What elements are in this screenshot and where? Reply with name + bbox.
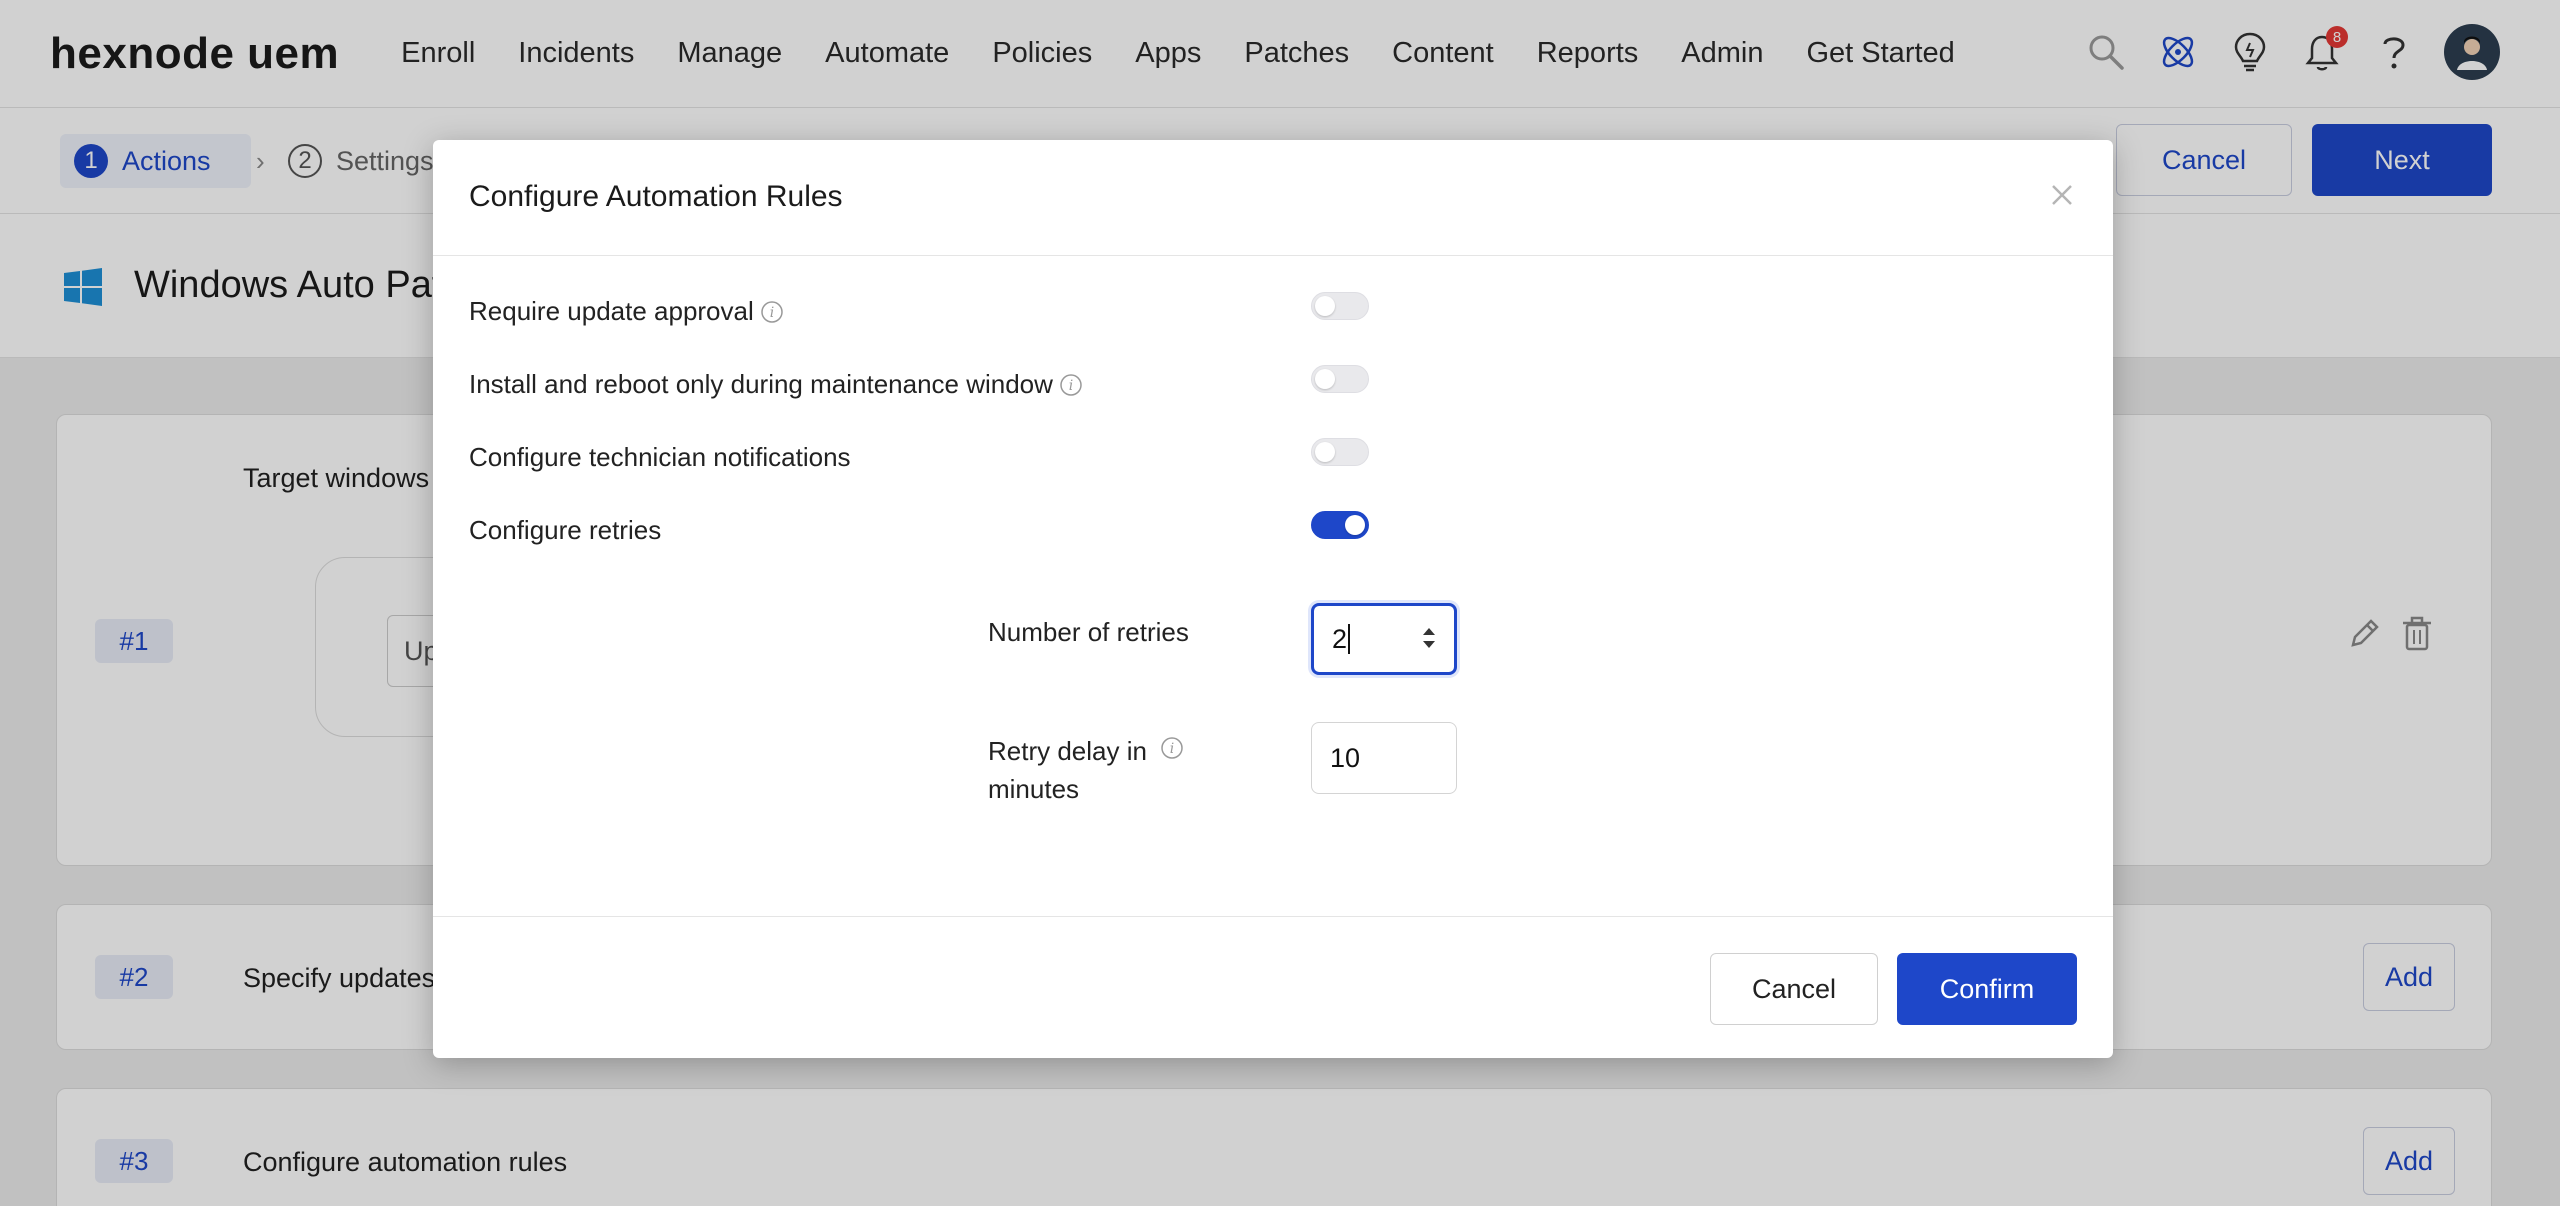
option-label: Install and reboot only during maintenan…	[469, 369, 1053, 399]
number-of-retries-input[interactable]: 2	[1311, 603, 1457, 675]
dialog-header: Configure Automation Rules	[433, 140, 2113, 256]
dialog-footer: Cancel Confirm	[433, 916, 2113, 1058]
info-icon[interactable]: i	[1059, 373, 1083, 397]
option-technician-notifications: Configure technician notifications	[469, 442, 851, 473]
text-cursor	[1348, 624, 1351, 654]
number-stepper[interactable]	[1422, 626, 1436, 650]
configure-automation-rules-dialog: Configure Automation Rules Require updat…	[433, 140, 2113, 1058]
technician-notifications-toggle[interactable]	[1311, 438, 1369, 466]
toggle-knob	[1315, 442, 1335, 462]
configure-retries-toggle[interactable]	[1311, 511, 1369, 539]
maintenance-window-toggle[interactable]	[1311, 365, 1369, 393]
option-label: Require update approval	[469, 296, 754, 326]
option-label: Configure retries	[469, 515, 662, 545]
input-value: 10	[1330, 742, 1361, 773]
option-require-update-approval: Require update approval i	[469, 296, 784, 327]
input-value: 2	[1332, 623, 1348, 654]
confirm-button[interactable]: Confirm	[1897, 953, 2077, 1025]
svg-text:i: i	[1170, 741, 1174, 757]
svg-text:i: i	[1069, 378, 1073, 394]
require-update-approval-toggle[interactable]	[1311, 292, 1369, 320]
toggle-knob	[1345, 515, 1365, 535]
number-of-retries-label: Number of retries	[988, 617, 1189, 647]
retry-delay-input[interactable]: 10	[1311, 722, 1457, 794]
retry-delay-label: Retry delay in i minutes	[988, 732, 1184, 808]
option-label: Configure technician notifications	[469, 442, 851, 472]
cancel-button[interactable]: Cancel	[1710, 953, 1878, 1025]
chevron-down-icon[interactable]	[1422, 640, 1436, 650]
info-icon[interactable]: i	[1160, 736, 1184, 760]
chevron-up-icon[interactable]	[1422, 626, 1436, 636]
info-icon[interactable]: i	[760, 300, 784, 324]
toggle-knob	[1315, 296, 1335, 316]
toggle-knob	[1315, 369, 1335, 389]
dialog-title: Configure Automation Rules	[469, 180, 843, 213]
retry-delay-label-line1: Retry delay in	[988, 736, 1147, 766]
retry-delay-label-line2: minutes	[988, 774, 1080, 804]
svg-text:i: i	[770, 305, 774, 321]
option-maintenance-window: Install and reboot only during maintenan…	[469, 369, 1083, 400]
close-icon[interactable]	[2047, 180, 2077, 210]
option-configure-retries: Configure retries	[469, 515, 661, 546]
